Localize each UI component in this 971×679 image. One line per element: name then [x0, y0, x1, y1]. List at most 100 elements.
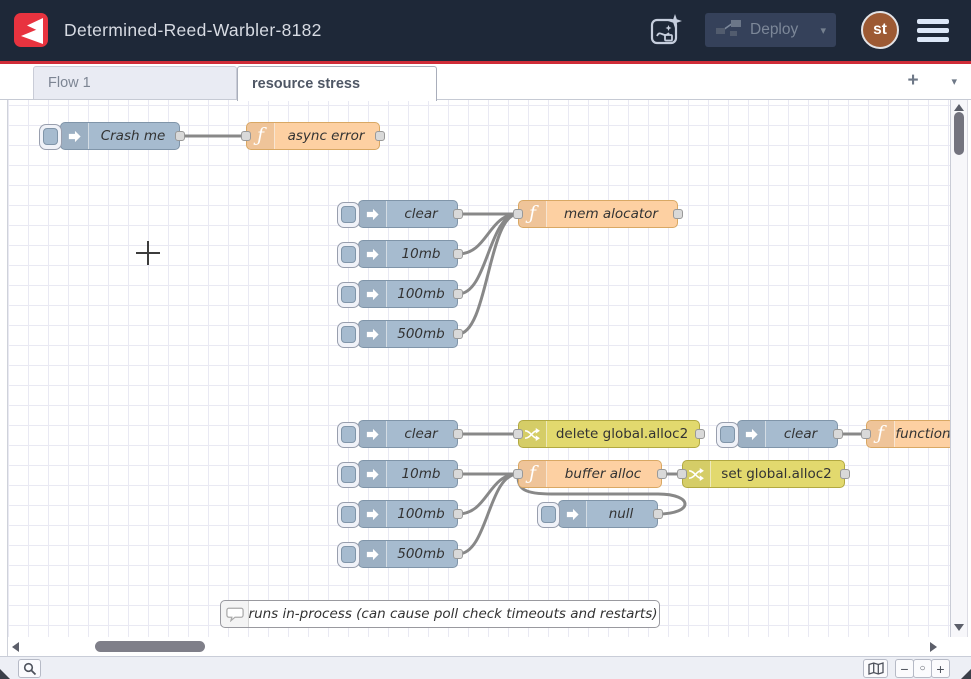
node-set-global-alloc2[interactable]: set global.alloc2: [682, 460, 845, 488]
deploy-dropdown-caret[interactable]: ▾: [820, 24, 826, 37]
hamburger-menu-icon[interactable]: [917, 19, 949, 43]
port[interactable]: [453, 249, 463, 259]
node-100mb-a[interactable]: 100mb: [358, 280, 458, 308]
tab-resource-stress[interactable]: resource stress: [237, 66, 437, 101]
crosshair-cursor: [136, 241, 160, 265]
inject-button[interactable]: [337, 502, 360, 528]
deploy-nodes-icon: [715, 19, 741, 42]
inject-button-inner: [341, 426, 356, 443]
inject-button[interactable]: [337, 322, 360, 348]
inject-button-inner: [341, 246, 356, 263]
horizontal-scroll-thumb[interactable]: [95, 641, 205, 652]
inject-arrow-icon: [359, 541, 387, 567]
vertical-scrollbar[interactable]: [950, 100, 968, 637]
port[interactable]: [175, 131, 185, 141]
user-avatar[interactable]: st: [861, 11, 899, 49]
flow-canvas[interactable]: Crash me ƒasync error clear 10mb 100mb 500mb ƒ…: [8, 100, 950, 637]
node-async-error[interactable]: ƒasync error: [246, 122, 380, 150]
inject-button[interactable]: [337, 282, 360, 308]
port[interactable]: [241, 131, 251, 141]
inject-button-inner: [341, 546, 356, 563]
corner-resize-left: [0, 669, 11, 679]
node-null-inject[interactable]: null: [558, 500, 658, 528]
inject-button[interactable]: [337, 242, 360, 268]
inject-button[interactable]: [337, 462, 360, 488]
scroll-down-arrow-icon[interactable]: [954, 624, 964, 631]
minimap-button[interactable]: [863, 659, 888, 678]
node-label: 10mb: [387, 461, 455, 487]
flow-list-caret[interactable]: ▾: [951, 75, 957, 88]
corner-resize-right: [960, 669, 971, 679]
port[interactable]: [375, 131, 385, 141]
port[interactable]: [673, 209, 683, 219]
port[interactable]: [453, 209, 463, 219]
scroll-left-arrow-icon[interactable]: [12, 642, 19, 652]
node-500mb-b[interactable]: 500mb: [358, 540, 458, 568]
port[interactable]: [840, 469, 850, 479]
node-delete-global-alloc2[interactable]: delete global.alloc2: [518, 420, 700, 448]
inject-button-inner: [341, 326, 356, 343]
inject-button-inner: [720, 426, 735, 443]
port[interactable]: [453, 549, 463, 559]
port[interactable]: [657, 469, 667, 479]
zoom-out-button[interactable]: −: [895, 659, 914, 678]
vertical-scroll-thumb[interactable]: [954, 112, 964, 155]
port[interactable]: [513, 429, 523, 439]
node-comment-node[interactable]: runs in-process (can cause poll check ti…: [220, 600, 660, 628]
node-clear-b[interactable]: clear: [358, 420, 458, 448]
port[interactable]: [453, 469, 463, 479]
inject-arrow-icon: [61, 123, 89, 149]
deploy-button[interactable]: Deploy ▾: [705, 13, 836, 47]
port[interactable]: [653, 509, 663, 519]
port[interactable]: [833, 429, 843, 439]
tab-flow-1[interactable]: Flow 1: [33, 66, 237, 99]
inject-button[interactable]: [716, 422, 739, 448]
scroll-right-arrow-icon[interactable]: [930, 642, 937, 652]
port[interactable]: [513, 209, 523, 219]
wire-100mb-b-to-buffer-alloc[interactable]: [458, 474, 518, 514]
port[interactable]: [453, 509, 463, 519]
port[interactable]: [677, 469, 687, 479]
node-mem-alocator[interactable]: ƒmem alocator: [518, 200, 678, 228]
search-button[interactable]: [18, 659, 41, 678]
node-label: null: [587, 501, 655, 527]
wire-layer: [8, 100, 950, 637]
node-clear-c[interactable]: clear: [737, 420, 838, 448]
port[interactable]: [695, 429, 705, 439]
inject-button[interactable]: [537, 502, 560, 528]
port[interactable]: [453, 329, 463, 339]
node-10mb-a[interactable]: 10mb: [358, 240, 458, 268]
node-100mb-b[interactable]: 100mb: [358, 500, 458, 528]
port[interactable]: [453, 289, 463, 299]
inject-button[interactable]: [39, 124, 62, 150]
menu-bar: [917, 19, 949, 24]
port[interactable]: [453, 429, 463, 439]
inject-button[interactable]: [337, 422, 360, 448]
inject-arrow-icon: [359, 281, 387, 307]
inject-button-inner: [43, 128, 58, 145]
inject-button[interactable]: [337, 202, 360, 228]
port[interactable]: [861, 429, 871, 439]
node-crash-me[interactable]: Crash me: [60, 122, 180, 150]
horizontal-scrollbar[interactable]: [8, 637, 950, 656]
inject-arrow-icon: [359, 201, 387, 227]
node-buffer-alloc[interactable]: ƒbuffer alloc: [518, 460, 662, 488]
function-f-icon: ƒ: [247, 123, 275, 149]
port[interactable]: [513, 469, 523, 479]
node-500mb-a[interactable]: 500mb: [358, 320, 458, 348]
node-label: mem alocator: [547, 201, 675, 227]
flowfuse-logo-icon[interactable]: [14, 13, 48, 47]
menu-bar: [917, 37, 949, 42]
node-10mb-b[interactable]: 10mb: [358, 460, 458, 488]
add-flow-button[interactable]: +: [901, 68, 925, 94]
node-function-node[interactable]: ƒfunction: [866, 420, 950, 448]
node-label: 100mb: [387, 281, 455, 307]
inject-button[interactable]: [337, 542, 360, 568]
zoom-reset-button[interactable]: ○: [913, 659, 932, 678]
assistant-icon[interactable]: [646, 11, 684, 49]
scroll-up-arrow-icon[interactable]: [954, 104, 964, 111]
node-clear-a[interactable]: clear: [358, 200, 458, 228]
function-f-icon: ƒ: [867, 421, 895, 447]
zoom-in-button[interactable]: +: [931, 659, 950, 678]
inject-arrow-icon: [559, 501, 587, 527]
